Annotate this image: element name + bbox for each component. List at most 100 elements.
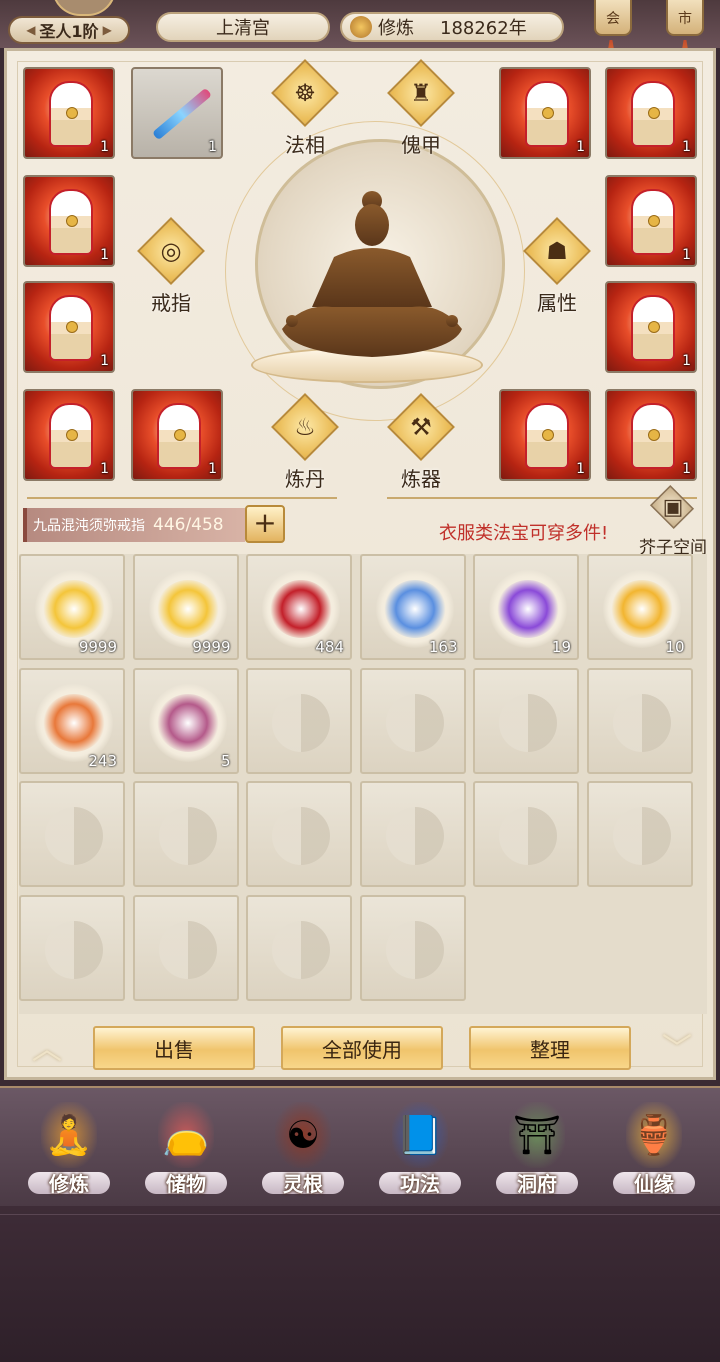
jiezhi-label: 戒指 [151, 291, 191, 315]
empty-slot[interactable] [246, 894, 352, 1001]
empty-slot[interactable] [132, 781, 239, 887]
empty-slot[interactable] [586, 781, 693, 887]
meditation-icon [350, 16, 372, 38]
inventory-item[interactable]: 9999 [19, 554, 125, 660]
storage-panel: 1 1 1 1 1 1 1 1 1 1 1 1 ☸ 法相 ♜ 傀甲 ◎ 戒指 ☗… [4, 48, 716, 1080]
robe-icon [631, 403, 675, 469]
nav-label: 修炼 [49, 1172, 89, 1196]
empty-slot[interactable] [359, 667, 466, 774]
equip-slot-robe[interactable]: 1 [23, 175, 115, 267]
empty-slot[interactable] [473, 781, 579, 887]
empty-slot[interactable] [586, 667, 693, 774]
puppet-armor-icon: ♜ [410, 79, 432, 107]
ring-name: 九品混沌须弥戒指 [33, 518, 145, 534]
nav-item-5[interactable]: 🏺 仙缘 [599, 1102, 709, 1206]
nav-item-3[interactable]: 📘 功法 [365, 1102, 475, 1206]
empty-slot[interactable] [246, 781, 352, 887]
empty-slot[interactable] [246, 667, 352, 774]
bottom-nav: 🧘 修炼 👝 储物 ☯ 灵根 📘 功法 ⛩ 洞府 🏺 仙缘 [0, 1086, 720, 1206]
equip-slot-robe[interactable]: 1 [23, 281, 115, 373]
hooded-monk-icon: 🧘 [41, 1102, 97, 1168]
equip-slot-robe[interactable]: 1 [605, 175, 697, 267]
robe-icon [157, 403, 201, 469]
nav-item-1[interactable]: 👝 储物 [131, 1102, 241, 1206]
equip-slot-robe[interactable]: 1 [605, 281, 697, 373]
sort-button[interactable]: 整理 [469, 1026, 631, 1070]
equip-slot-robe[interactable]: 1 [605, 67, 697, 159]
item-icon [497, 580, 559, 638]
attribute-icon: ☗ [546, 237, 568, 265]
expand-capacity-button[interactable]: + [245, 505, 285, 543]
item-icon [156, 580, 219, 638]
use-all-label: 全部使用 [322, 1037, 402, 1062]
yin-yang-icon [612, 693, 671, 752]
sell-button[interactable]: 出售 [93, 1026, 255, 1070]
jiezhi-button[interactable]: ◎ 戒指 [131, 217, 207, 319]
faxiang-button[interactable]: ☸ 法相 [265, 59, 341, 161]
slot-count: 1 [208, 461, 217, 477]
gourd-icon: 🏺 [626, 1102, 682, 1168]
robe-icon [525, 81, 569, 147]
nav-label: 功法 [400, 1172, 440, 1196]
inventory-item[interactable]: 163 [359, 554, 466, 660]
empty-slot[interactable] [132, 894, 239, 1001]
market-tab[interactable]: 市 [666, 0, 704, 36]
equip-slot-robe[interactable]: 1 [605, 389, 697, 481]
yin-yang-icon [272, 920, 330, 979]
inventory-item[interactable]: 243 [19, 667, 125, 774]
yin-yang-icon [385, 693, 444, 752]
liandan-label: 炼丹 [285, 467, 325, 491]
lianqi-button[interactable]: ⚒ 炼器 [381, 393, 457, 495]
equip-slot-robe[interactable]: 1 [131, 389, 223, 481]
ring-icon: ◎ [160, 237, 182, 265]
slot-count: 1 [682, 247, 691, 263]
yin-yang-icon [158, 920, 217, 979]
nav-item-2[interactable]: ☯ 灵根 [248, 1102, 358, 1206]
lianqi-label: 炼器 [401, 467, 441, 491]
guild-tab[interactable]: 会 [594, 0, 632, 36]
inventory-item[interactable]: 5 [132, 667, 239, 774]
equip-slot-robe[interactable]: 1 [499, 389, 591, 481]
item-count: 9999 [78, 638, 117, 656]
item-icon [270, 580, 332, 638]
nav-item-4[interactable]: ⛩ 洞府 [482, 1102, 592, 1206]
item-icon [43, 693, 105, 752]
rank-label: 圣人1阶 [39, 22, 99, 41]
footer-area [0, 1206, 720, 1362]
inventory-item[interactable]: 9999 [132, 554, 239, 660]
item-count: 5 [220, 751, 231, 770]
equip-slot-robe[interactable]: 1 [23, 389, 115, 481]
right-arrow-icon: ▶ [102, 23, 112, 37]
yin-yang-icon [158, 807, 217, 865]
shuxing-button[interactable]: ☗ 属性 [517, 217, 593, 319]
inventory-item[interactable]: 10 [586, 554, 693, 660]
kuijia-button[interactable]: ♜ 傀甲 [381, 59, 457, 161]
item-icon [383, 580, 446, 638]
empty-slot[interactable] [359, 781, 466, 887]
cultivation-pill: 修炼 188262年 [340, 12, 564, 42]
empty-slot[interactable] [473, 667, 579, 774]
nav-item-0[interactable]: 🧘 修炼 [14, 1102, 124, 1206]
scripture-book-icon: 📘 [392, 1102, 448, 1168]
equip-slot-robe[interactable]: 1 [499, 67, 591, 159]
use-all-button[interactable]: 全部使用 [281, 1026, 443, 1070]
mustard-space-button[interactable]: ▣ 芥子空间 [633, 484, 713, 558]
avatar[interactable] [52, 0, 116, 16]
equip-slot-weapon[interactable]: 1 [131, 67, 223, 159]
empty-slot[interactable] [359, 894, 466, 1001]
empty-slot[interactable] [19, 894, 125, 1001]
inventory-item[interactable]: 484 [246, 554, 352, 660]
yin-yang-icon [499, 807, 557, 865]
inventory-item[interactable]: 19 [473, 554, 579, 660]
empty-slot[interactable] [19, 781, 125, 887]
slot-count: 1 [682, 461, 691, 477]
buddha-icon: ☸ [294, 79, 316, 107]
item-count: 484 [315, 638, 344, 656]
nav-label: 仙缘 [634, 1172, 674, 1196]
liandan-button[interactable]: ♨ 炼丹 [265, 393, 341, 495]
equip-slot-robe[interactable]: 1 [23, 67, 115, 159]
slot-count: 1 [208, 139, 217, 155]
scroll-down-icon[interactable]: ﹀ [651, 1035, 703, 1065]
yin-yang-icon [45, 920, 103, 979]
scroll-up-icon[interactable]: ︿ [21, 1035, 73, 1065]
